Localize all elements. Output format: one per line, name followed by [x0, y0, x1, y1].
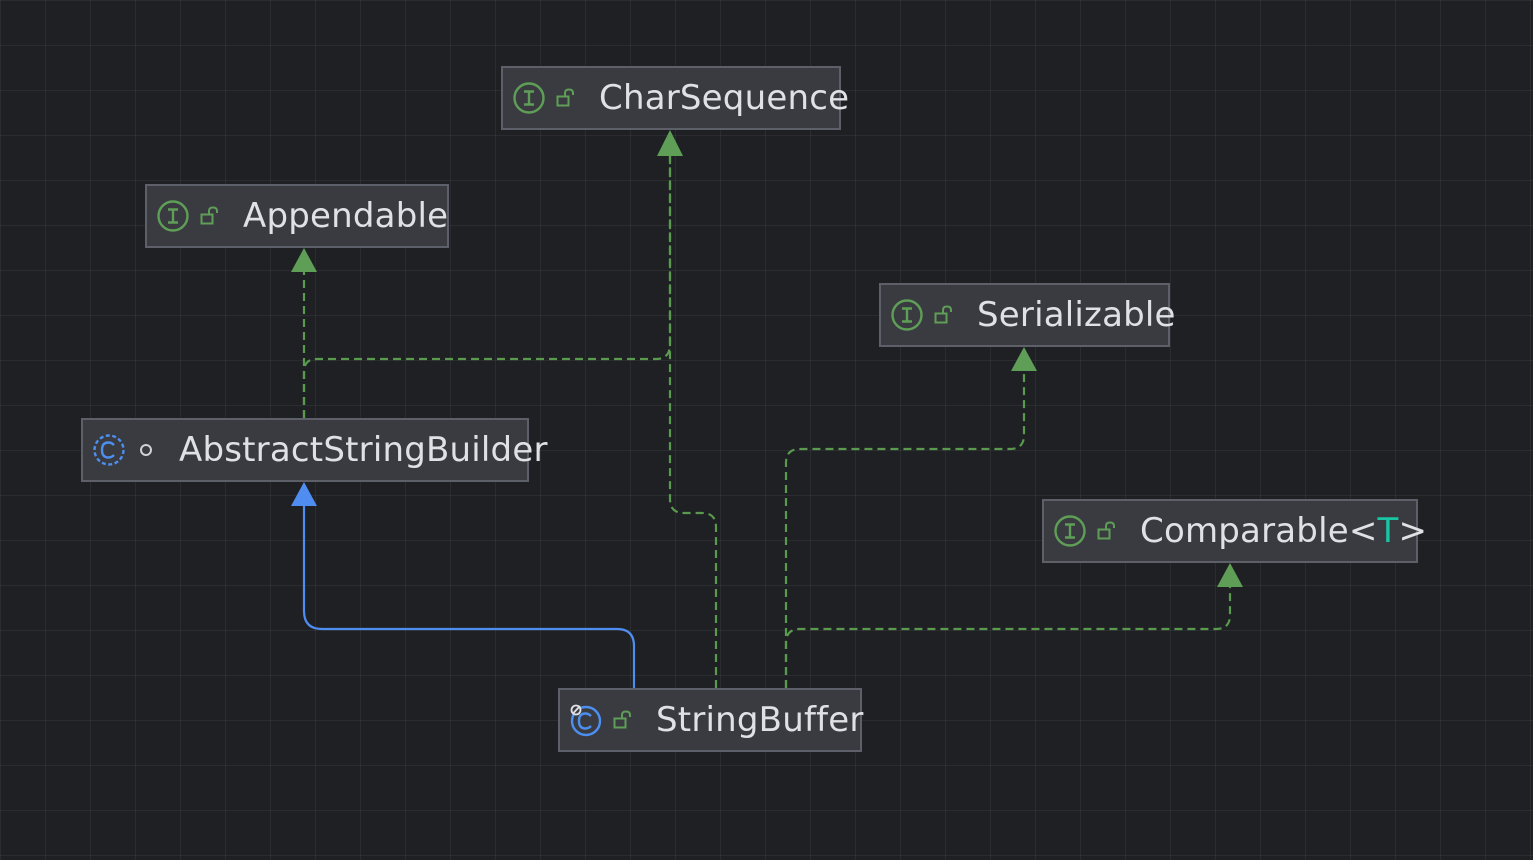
node-stringbuffer[interactable]: StringBuffer	[558, 688, 864, 752]
generic-open: <	[1348, 511, 1378, 551]
node-charsequence[interactable]: CharSequence	[501, 66, 849, 130]
arrowhead-serializable	[1011, 347, 1037, 371]
arrowhead-comparable	[1217, 563, 1243, 587]
public-lock-icon	[610, 707, 636, 733]
node-appendable[interactable]: Appendable	[145, 184, 449, 248]
edge-stringbuffer-implements-comparable	[784, 587, 1232, 688]
diagram-canvas: CharSequence Appendable Serializable Abs…	[0, 0, 1533, 860]
edge-stringbuffer-implements-charsequence	[668, 156, 718, 688]
edge-stringbuffer-extends-abstractstringbuilder	[302, 506, 636, 688]
final-class-icon	[568, 702, 604, 738]
arrowhead-abstractstringbuilder	[291, 482, 317, 506]
interface-icon	[511, 80, 547, 116]
node-name: Serializable	[977, 295, 1176, 335]
package-private-icon	[133, 437, 159, 463]
generic-close: >	[1398, 511, 1428, 551]
public-lock-icon	[553, 85, 579, 111]
public-lock-icon	[1094, 518, 1120, 544]
interface-icon	[155, 198, 191, 234]
node-name: AbstractStringBuilder	[179, 430, 548, 470]
class-name: Comparable	[1140, 511, 1349, 551]
edge-stringbuffer-implements-serializable	[784, 371, 1026, 688]
node-abstractstringbuilder[interactable]: AbstractStringBuilder	[81, 418, 547, 482]
node-serializable[interactable]: Serializable	[879, 283, 1175, 347]
node-name: Appendable	[243, 196, 449, 236]
public-lock-icon	[197, 203, 223, 229]
interface-icon	[889, 297, 925, 333]
node-name: StringBuffer	[656, 700, 864, 740]
type-parameter: T	[1377, 511, 1399, 551]
public-lock-icon	[931, 302, 957, 328]
abstract-class-icon	[91, 432, 127, 468]
node-comparable[interactable]: Comparable<T>	[1042, 499, 1427, 563]
node-name: Comparable<T>	[1140, 514, 1427, 548]
interface-icon	[1052, 513, 1088, 549]
node-name: CharSequence	[599, 78, 850, 118]
arrowhead-charsequence	[657, 130, 683, 156]
arrowhead-appendable	[291, 248, 317, 272]
